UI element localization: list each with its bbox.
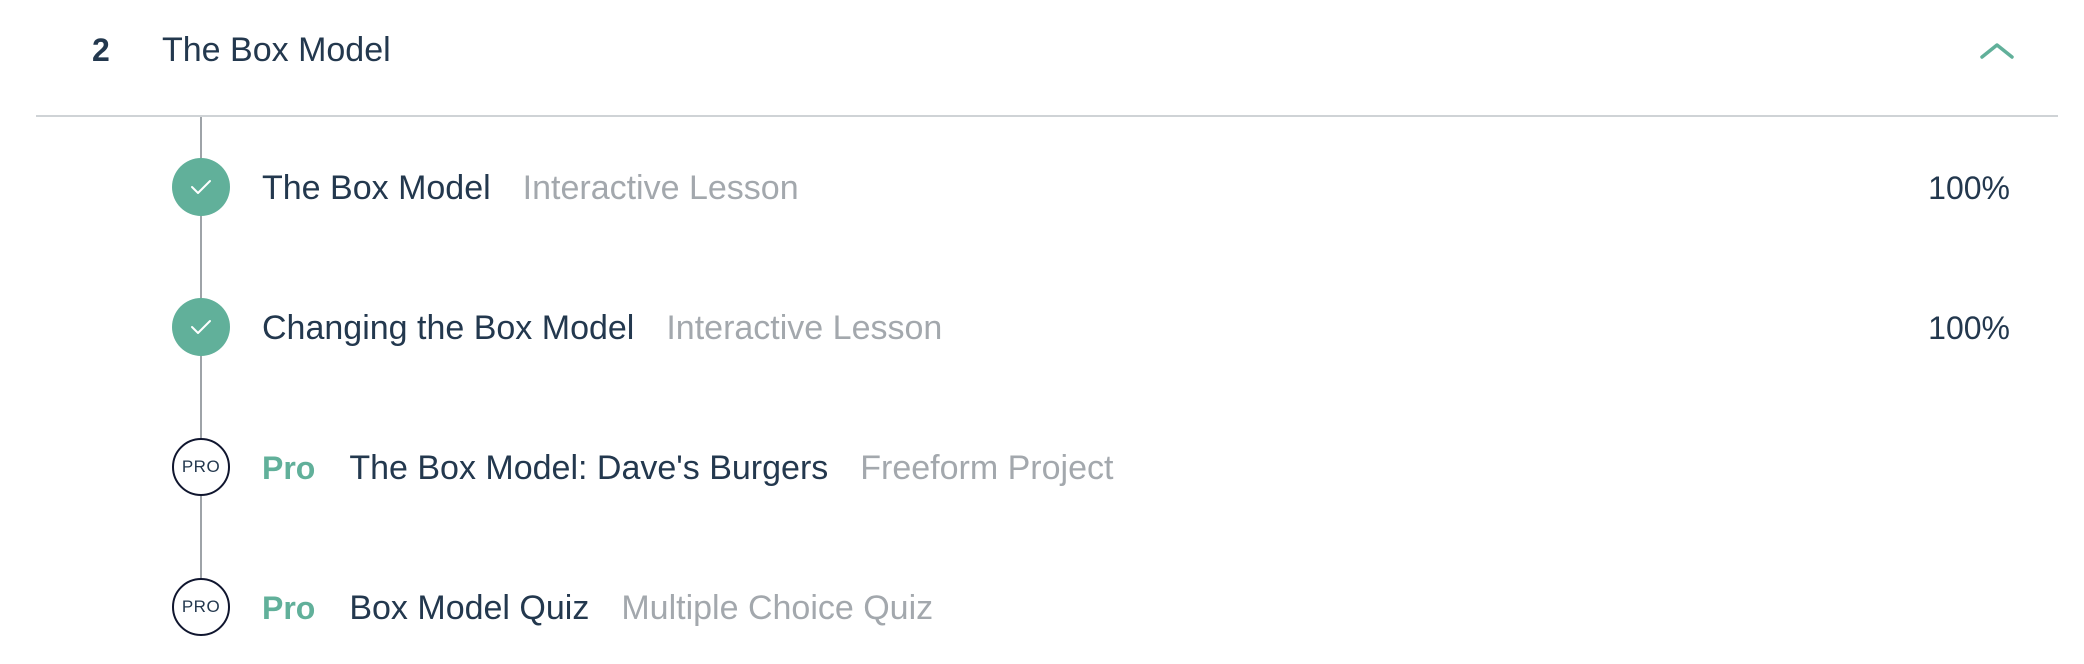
module-section: 2 The Box Model The Box Model Interactiv… xyxy=(0,0,2084,664)
lesson-title[interactable]: The Box Model xyxy=(262,169,491,208)
lesson-item[interactable]: PRO Pro Box Model Quiz Multiple Choice Q… xyxy=(0,562,2084,652)
lesson-type: Interactive Lesson xyxy=(522,168,799,207)
lesson-type: Multiple Choice Quiz xyxy=(621,588,934,627)
lesson-title[interactable]: The Box Model: Dave's Burgers xyxy=(349,449,828,488)
lesson-progress: 100% xyxy=(1928,310,2010,346)
check-icon xyxy=(172,298,230,356)
lesson-progress: 100% xyxy=(1928,170,2010,206)
lesson-type: Interactive Lesson xyxy=(666,308,943,347)
lesson-item[interactable]: The Box Model Interactive Lesson 100% xyxy=(0,142,2084,232)
pro-badge: PRO xyxy=(172,438,230,496)
lesson-item[interactable]: PRO Pro The Box Model: Dave's Burgers Fr… xyxy=(0,422,2084,512)
pro-label: Pro xyxy=(262,589,316,626)
chevron-up-icon[interactable] xyxy=(1972,32,2022,68)
module-number: 2 xyxy=(92,32,110,68)
lesson-title[interactable]: Changing the Box Model xyxy=(262,309,634,348)
pro-label: Pro xyxy=(262,449,316,486)
lesson-type: Freeform Project xyxy=(860,448,1114,487)
lesson-title[interactable]: Box Model Quiz xyxy=(349,589,589,628)
lesson-item[interactable]: Changing the Box Model Interactive Lesso… xyxy=(0,282,2084,372)
module-header[interactable]: 2 The Box Model xyxy=(36,0,2058,117)
pro-badge: PRO xyxy=(172,578,230,636)
module-title: The Box Model xyxy=(162,31,391,69)
check-icon xyxy=(172,158,230,216)
